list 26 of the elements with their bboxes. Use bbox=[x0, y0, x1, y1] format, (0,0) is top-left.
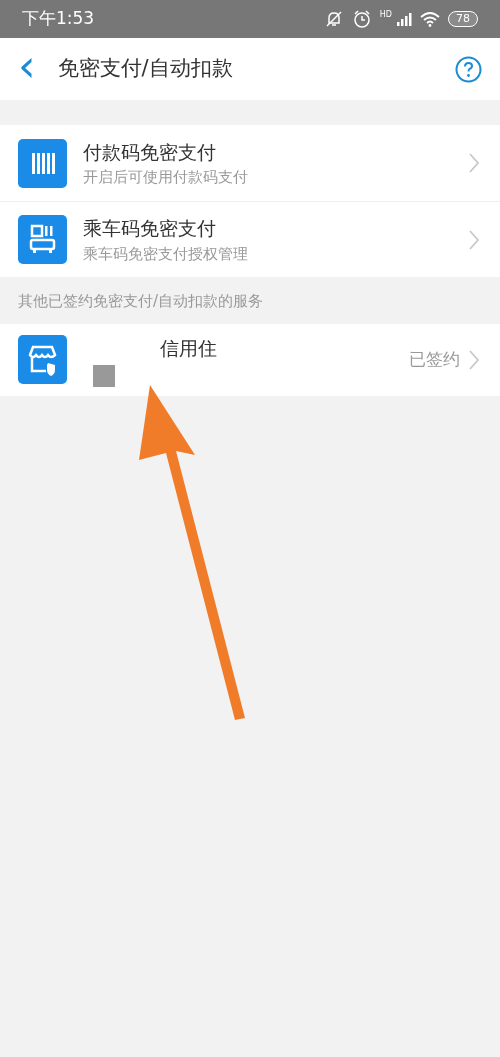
back-button[interactable]: ‹ bbox=[18, 44, 36, 88]
list-item[interactable]: 乘车码免密支付 乘车码免密支付授权管理 bbox=[0, 201, 500, 277]
network-type: HD bbox=[379, 11, 392, 19]
list-item[interactable]: 付款码免密支付 开启后可使用付款码支付 bbox=[0, 125, 500, 201]
chevron-icon bbox=[468, 152, 480, 174]
barcode-icon bbox=[18, 138, 67, 188]
wifi-icon bbox=[420, 11, 440, 27]
help-icon[interactable] bbox=[455, 55, 482, 83]
item-title: 付款码免密支付 bbox=[83, 139, 217, 165]
chevron-icon bbox=[468, 228, 480, 251]
chevron-icon bbox=[468, 348, 480, 371]
item-subtitle: 乘车码免密支付授权管理 bbox=[83, 243, 249, 265]
signal-icon bbox=[396, 11, 412, 27]
item-subtitle: 开启后可使用付款码支付 bbox=[83, 167, 249, 188]
status-label: 已签约 bbox=[409, 347, 460, 371]
alarm-icon bbox=[351, 9, 372, 29]
bus-icon bbox=[18, 215, 67, 264]
page-title: 免密支付/自动扣款 bbox=[57, 55, 234, 83]
redaction-mark bbox=[93, 365, 115, 387]
status-time: 下午1:53 bbox=[22, 7, 95, 31]
section-title: 其他已签约免密支付/自动扣款的服务 bbox=[17, 291, 265, 312]
list-item[interactable]: 信用住 已签约 bbox=[0, 323, 500, 396]
store-icon bbox=[18, 335, 67, 384]
battery-indicator: 78 bbox=[448, 11, 478, 27]
item-title: 乘车码免密支付 bbox=[83, 216, 217, 241]
item-title: 信用住 bbox=[160, 335, 218, 361]
